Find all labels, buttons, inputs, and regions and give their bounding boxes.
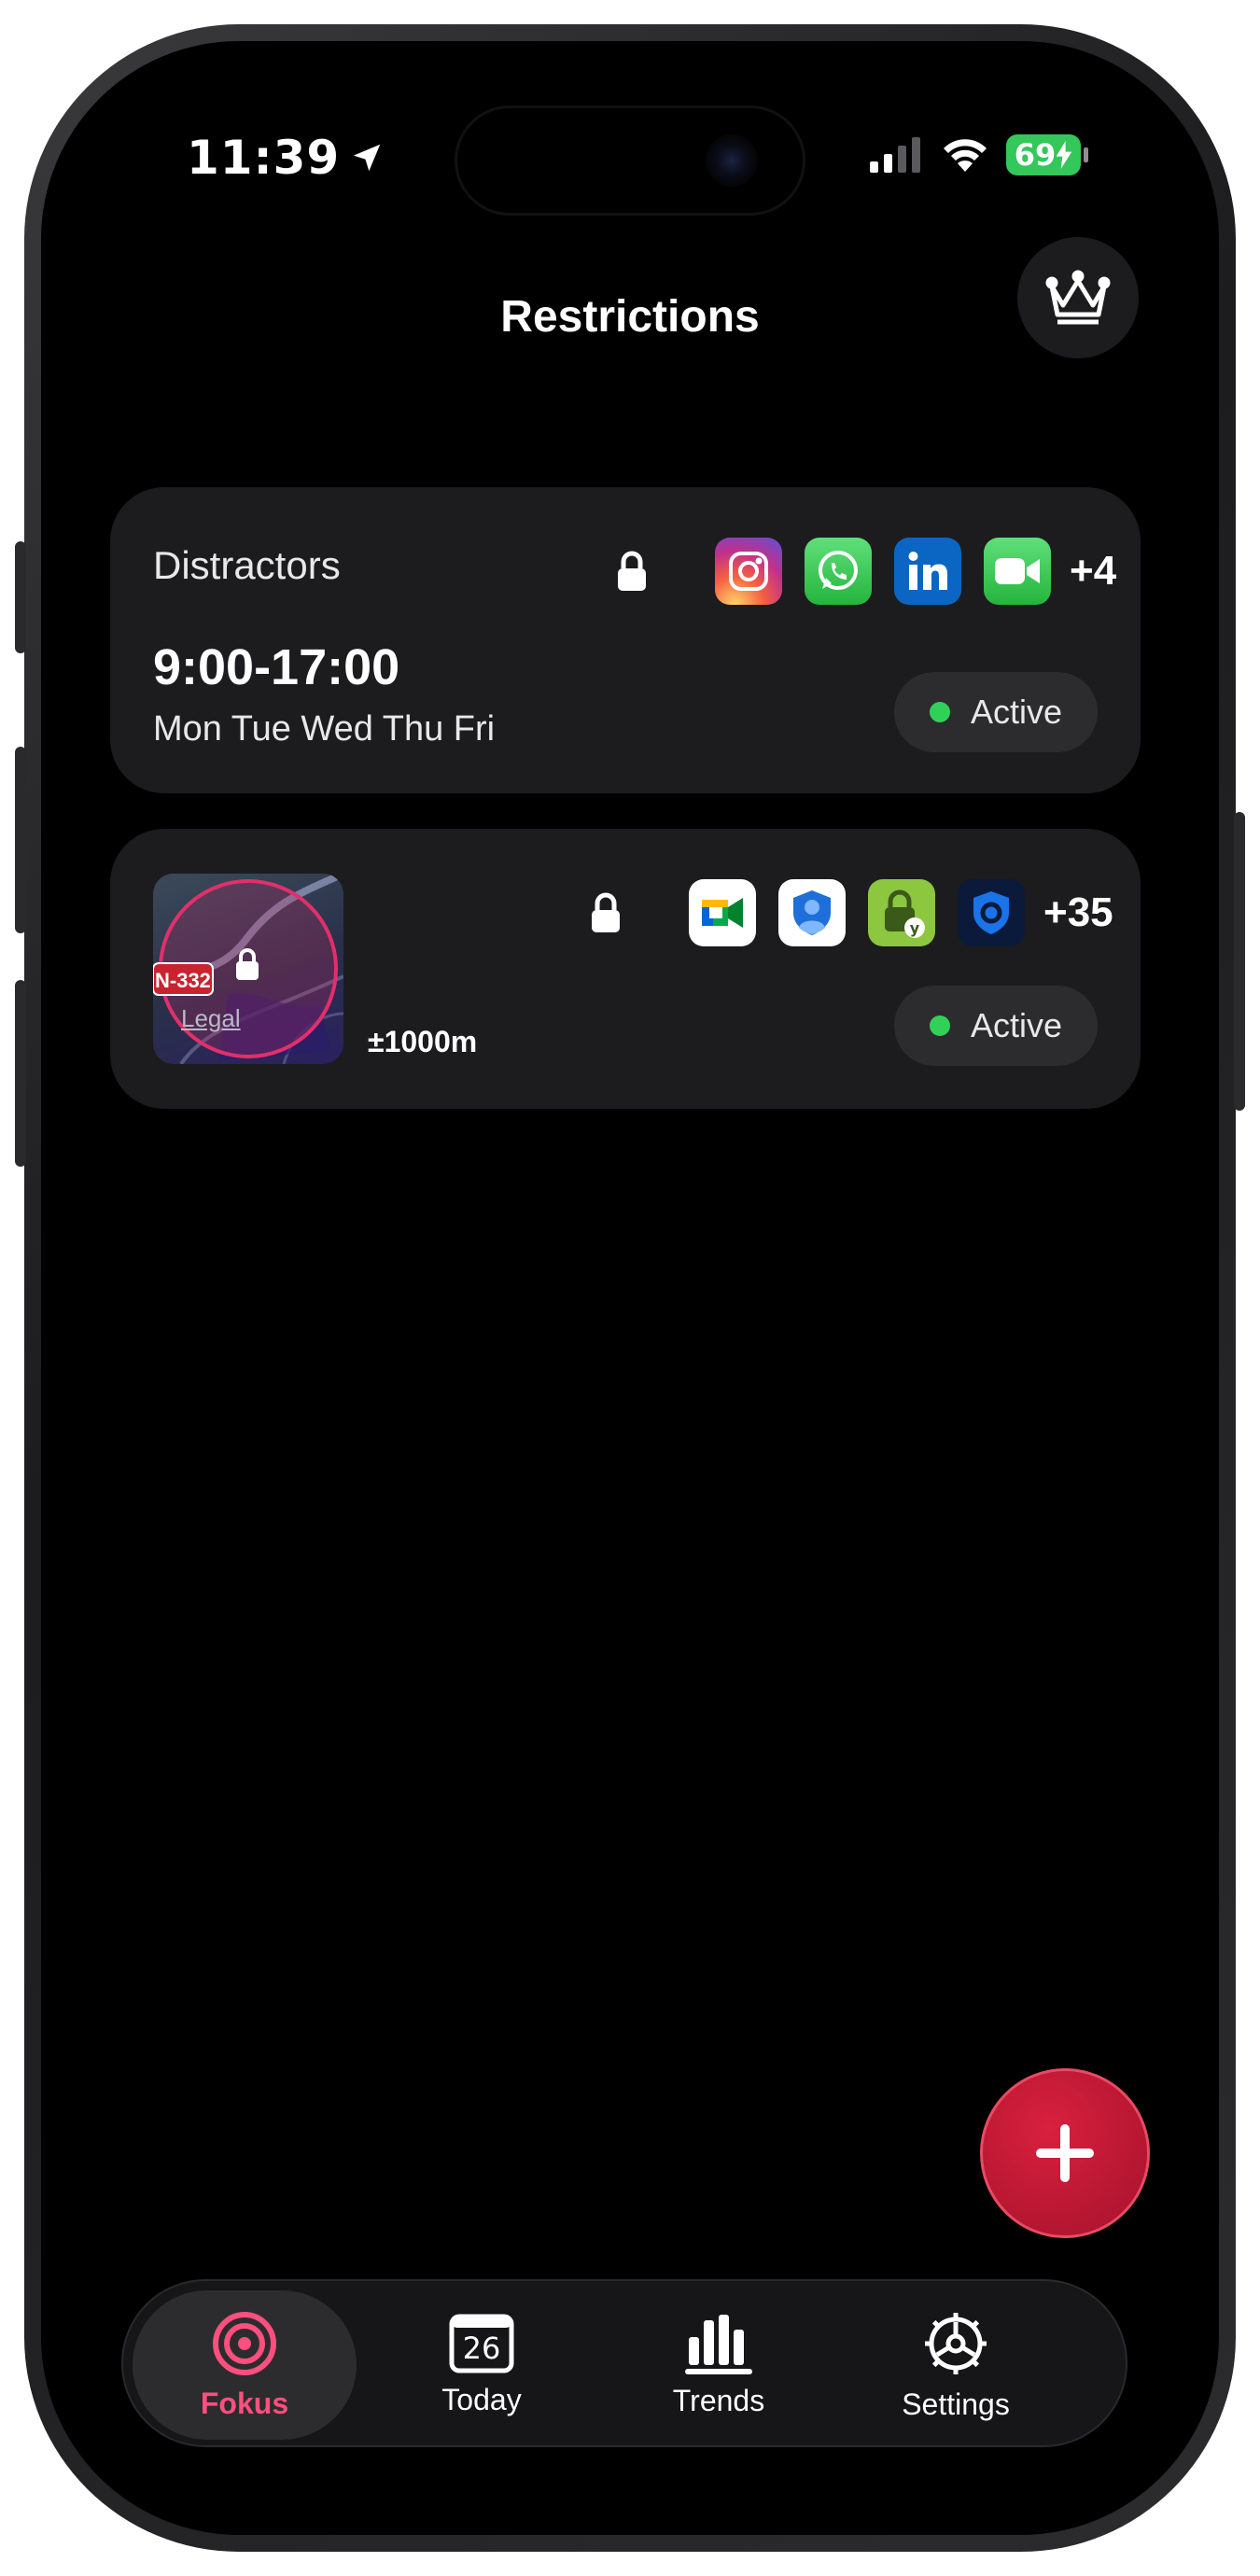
crown-icon — [1045, 270, 1111, 325]
volume-down-button — [15, 980, 26, 1167]
map-legal-link[interactable]: Legal — [181, 1004, 241, 1033]
location-arrow-icon — [353, 144, 381, 172]
screen: 11:39 69 Restrictions Distractors +4 9:0… — [41, 41, 1219, 2535]
blocked-apps: +4 — [616, 538, 1116, 605]
location-map-thumbnail: N-332 Legal — [153, 874, 343, 1064]
clock: 11:39 — [187, 131, 341, 185]
svg-text:y: y — [910, 919, 920, 937]
restriction-card-schedule[interactable]: Distractors +4 9:00-17:00 Mon Tue Wed Th… — [110, 487, 1141, 793]
front-camera — [706, 134, 758, 187]
tab-settings[interactable]: Settings — [844, 2290, 1068, 2440]
cellular-signal-icon — [870, 137, 920, 173]
tab-label: Settings — [902, 2387, 1010, 2421]
calendar-icon: 26 — [449, 2314, 514, 2373]
more-apps-count: +35 — [1043, 889, 1113, 935]
google-meet-app-icon — [689, 879, 756, 946]
authenticator-app-icon — [778, 879, 846, 946]
plus-icon — [1036, 2124, 1094, 2182]
battery-level: 69 — [1014, 137, 1057, 173]
facetime-app-icon — [984, 538, 1051, 605]
tab-fokus[interactable]: Fokus — [133, 2290, 357, 2440]
lock-icon — [618, 551, 646, 591]
status-label: Active — [970, 1006, 1063, 1044]
status-icons: 69 — [870, 134, 1088, 175]
tab-trends[interactable]: Trends — [607, 2290, 831, 2440]
blocked-apps: y +35 — [590, 879, 1113, 946]
tab-bar: Fokus 26 Today Trends Settings — [121, 2279, 1127, 2447]
schedule-days: Mon Tue Wed Thu Fri — [153, 709, 496, 749]
linkedin-app-icon — [894, 538, 961, 605]
gear-icon — [925, 2312, 987, 2374]
premium-button[interactable] — [1017, 237, 1139, 358]
battery-charging-icon: 69 — [1006, 134, 1088, 175]
target-icon — [213, 2311, 276, 2375]
power-button — [1234, 812, 1245, 1111]
status-badge: Active — [894, 672, 1098, 752]
shield-app-icon — [958, 879, 1025, 946]
status-badge: Active — [894, 986, 1098, 1066]
schedule-time-range: 9:00-17:00 — [153, 639, 400, 695]
active-dot-icon — [929, 702, 950, 722]
map-road-label: N-332 — [155, 969, 211, 992]
status-time: 11:39 — [187, 131, 385, 185]
lock-icon — [592, 892, 620, 932]
location-radius: ±1000m — [368, 1025, 478, 1058]
restriction-title: Distractors — [153, 543, 341, 587]
add-restriction-button[interactable] — [980, 2068, 1150, 2238]
more-apps-count: +4 — [1070, 548, 1117, 594]
tab-label: Trends — [672, 2383, 765, 2417]
instagram-app-icon — [715, 538, 782, 605]
volume-up-button — [15, 747, 26, 933]
whatsapp-app-icon — [805, 538, 872, 605]
action-button — [15, 541, 26, 653]
calendar-date: 26 — [462, 2330, 501, 2366]
tab-today[interactable]: 26 Today — [370, 2290, 594, 2440]
active-dot-icon — [929, 1015, 950, 1036]
wifi-icon — [944, 139, 987, 172]
vpn-lock-app-icon: y — [868, 879, 935, 946]
restriction-card-location[interactable]: N-332 Legal ±1000m y +35 Active — [110, 829, 1141, 1109]
charging-bolt-icon — [1056, 141, 1072, 169]
tab-label: Fokus — [200, 2386, 289, 2420]
tab-label: Today — [441, 2382, 522, 2416]
status-label: Active — [970, 693, 1063, 731]
bar-chart-icon — [685, 2314, 752, 2374]
